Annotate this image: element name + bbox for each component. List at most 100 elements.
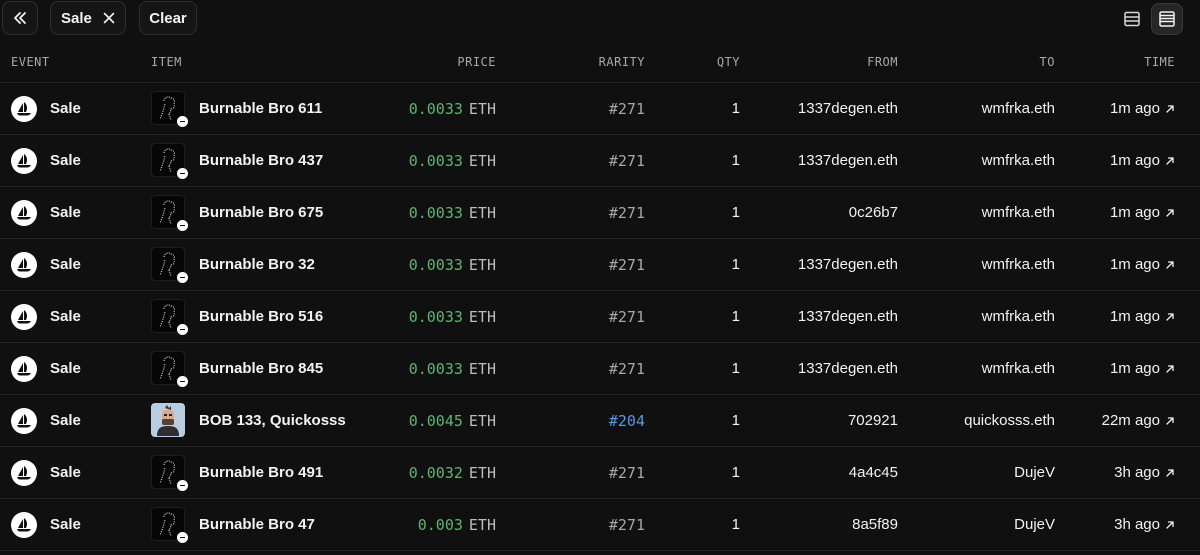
item-name-link[interactable]: Burnable Bro 675 xyxy=(199,204,323,221)
rarity-rank: #271 xyxy=(608,360,645,378)
opensea-icon xyxy=(11,408,37,434)
list-view-icon xyxy=(1124,11,1140,27)
event-type: Sale xyxy=(50,412,81,429)
detail-view-button[interactable] xyxy=(1151,3,1183,35)
to-address-link[interactable]: wmfrka.eth xyxy=(982,360,1055,377)
from-address-link[interactable]: 4a4c45 xyxy=(849,464,898,481)
time-ago: 1m ago xyxy=(1109,308,1160,325)
quantity: 1 xyxy=(731,360,740,377)
burn-badge-icon xyxy=(176,323,189,336)
time-link[interactable]: 1m ago xyxy=(1110,100,1175,117)
quantity: 1 xyxy=(731,204,740,221)
time-link[interactable]: 1m ago xyxy=(1110,308,1175,325)
price-cell: 0.0033 ETH xyxy=(409,360,496,378)
to-address-link[interactable]: wmfrka.eth xyxy=(982,152,1055,169)
time-link[interactable]: 22m ago xyxy=(1102,412,1175,429)
price-currency: ETH xyxy=(468,360,496,378)
column-header-to[interactable]: TO xyxy=(1040,55,1055,69)
column-header-time[interactable]: TIME xyxy=(1144,55,1175,69)
event-type: Sale xyxy=(50,308,81,325)
to-address-link[interactable]: DujeV xyxy=(1014,516,1055,533)
from-address-link[interactable]: 1337degen.eth xyxy=(798,100,898,117)
price-amount: 0.0033 xyxy=(408,152,463,170)
quantity: 1 xyxy=(731,256,740,273)
burn-badge-icon xyxy=(176,531,189,544)
opensea-icon xyxy=(11,96,37,122)
opensea-icon xyxy=(11,252,37,278)
time-link[interactable]: 1m ago xyxy=(1110,204,1175,221)
event-type: Sale xyxy=(50,256,81,273)
item-name-link[interactable]: Burnable Bro 32 xyxy=(199,256,315,273)
time-link[interactable]: 1m ago xyxy=(1110,256,1175,273)
table-row[interactable]: Sale Burnable Bro 516 0.0033 ETH #271 1 1… xyxy=(0,291,1200,343)
price-amount: 0.0033 xyxy=(408,204,463,222)
collapse-sidebar-button[interactable] xyxy=(2,1,38,35)
activity-table-body: Sale Burnable Bro 611 0.0033 ETH #271 1 1… xyxy=(0,83,1200,551)
column-header-from[interactable]: FROM xyxy=(867,55,898,69)
table-row[interactable]: Sale Burnable Bro 491 0.0032 ETH #271 1 4… xyxy=(0,447,1200,499)
time-link[interactable]: 3h ago xyxy=(1114,516,1175,533)
price-currency: ETH xyxy=(468,204,496,222)
opensea-icon xyxy=(11,460,37,486)
table-row[interactable]: Sale Burnable Bro 32 0.0033 ETH #271 1 13… xyxy=(0,239,1200,291)
price-currency: ETH xyxy=(468,516,496,534)
column-header-event[interactable]: EVENT xyxy=(11,55,50,69)
clear-filters-button[interactable]: Clear xyxy=(139,1,197,35)
rarity-rank: #271 xyxy=(608,516,645,534)
price-cell: 0.0045 ETH xyxy=(409,412,496,430)
price-cell: 0.0033 ETH xyxy=(409,204,496,222)
opensea-icon xyxy=(11,304,37,330)
column-header-price[interactable]: PRICE xyxy=(457,55,496,69)
from-address-link[interactable]: 702921 xyxy=(848,412,898,429)
from-address-link[interactable]: 1337degen.eth xyxy=(798,256,898,273)
time-link[interactable]: 1m ago xyxy=(1110,360,1175,377)
table-row[interactable]: Sale Burnable Bro 675 0.0033 ETH #271 1 0… xyxy=(0,187,1200,239)
from-address-link[interactable]: 8a5f89 xyxy=(852,516,898,533)
opensea-icon xyxy=(11,200,37,226)
filter-chip-sale[interactable]: Sale xyxy=(50,1,126,35)
item-name-link[interactable]: Burnable Bro 611 xyxy=(199,100,322,117)
table-row[interactable]: Sale Burnable Bro 611 0.0033 ETH #271 1 1… xyxy=(0,83,1200,135)
table-row[interactable]: Sale Burnable Bro 845 0.0033 ETH #271 1 1… xyxy=(0,343,1200,395)
price-amount: 0.0033 xyxy=(408,360,463,378)
from-address-link[interactable]: 1337degen.eth xyxy=(798,152,898,169)
external-link-icon xyxy=(1166,156,1174,165)
to-address-link[interactable]: DujeV xyxy=(1014,464,1055,481)
close-icon[interactable] xyxy=(103,12,115,24)
to-address-link[interactable]: wmfrka.eth xyxy=(982,204,1055,221)
time-link[interactable]: 1m ago xyxy=(1110,152,1175,169)
external-link-icon xyxy=(1166,104,1174,113)
to-address-link[interactable]: wmfrka.eth xyxy=(982,256,1055,273)
item-name-link[interactable]: Burnable Bro 516 xyxy=(199,308,323,325)
item-name-link[interactable]: Burnable Bro 845 xyxy=(199,360,323,377)
item-name-link[interactable]: Burnable Bro 437 xyxy=(199,152,323,169)
to-address-link[interactable]: wmfrka.eth xyxy=(982,100,1055,117)
column-header-rarity[interactable]: RARITY xyxy=(599,55,645,69)
item-name-link[interactable]: Burnable Bro 491 xyxy=(199,464,323,481)
external-link-icon xyxy=(1166,208,1174,217)
event-type: Sale xyxy=(50,100,81,117)
column-header-qty[interactable]: QTY xyxy=(717,55,740,69)
table-row[interactable]: Sale BOB 133, Quickosss 0.0045 ETH #204 1… xyxy=(0,395,1200,447)
rarity-rank: #271 xyxy=(608,204,645,222)
from-address-link[interactable]: 0c26b7 xyxy=(849,204,898,221)
to-address-link[interactable]: quickosss.eth xyxy=(964,412,1055,429)
time-ago: 1m ago xyxy=(1109,256,1160,273)
quantity: 1 xyxy=(731,308,740,325)
list-view-button[interactable] xyxy=(1116,3,1148,35)
from-address-link[interactable]: 1337degen.eth xyxy=(798,308,898,325)
rarity-rank: #271 xyxy=(608,308,645,326)
opensea-icon xyxy=(11,148,37,174)
to-address-link[interactable]: wmfrka.eth xyxy=(982,308,1055,325)
table-row[interactable]: Sale Burnable Bro 47 0.003 ETH #271 1 8a5… xyxy=(0,499,1200,551)
price-cell: 0.003 ETH xyxy=(418,516,496,534)
item-name-link[interactable]: BOB 133, Quickosss xyxy=(199,412,346,429)
bob-avatar-thumbnail[interactable] xyxy=(151,403,185,437)
item-name-link[interactable]: Burnable Bro 47 xyxy=(199,516,315,533)
burn-badge-icon xyxy=(176,271,189,284)
table-row[interactable]: Sale Burnable Bro 437 0.0033 ETH #271 1 1… xyxy=(0,135,1200,187)
rarity-rank: #271 xyxy=(608,152,645,170)
column-header-item[interactable]: ITEM xyxy=(151,55,182,69)
from-address-link[interactable]: 1337degen.eth xyxy=(798,360,898,377)
time-link[interactable]: 3h ago xyxy=(1114,464,1175,481)
